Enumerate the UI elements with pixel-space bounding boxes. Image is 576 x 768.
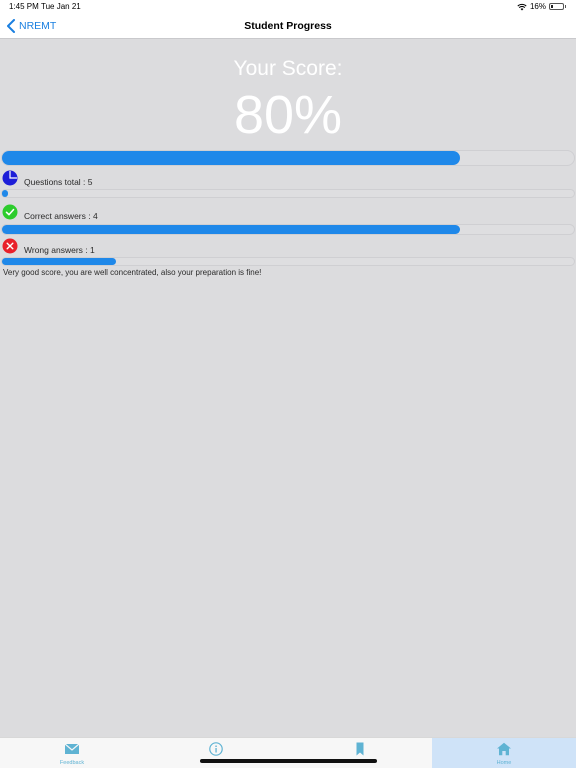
screen: 1:45 PM Tue Jan 21 16% NREMT Student Pro…	[0, 0, 576, 768]
wrong-answers-progress-fill	[2, 258, 117, 265]
stat-label-wrong-answers: Wrong answers : 1	[24, 245, 95, 255]
home-icon	[497, 742, 511, 756]
bookmark-icon	[356, 742, 364, 756]
score-progress-fill	[2, 151, 460, 165]
wifi-icon	[517, 3, 527, 10]
page-title: Student Progress	[244, 20, 332, 32]
tab-home[interactable]: Home	[432, 738, 576, 768]
stat-row-questions-total: Questions total : 5	[2, 169, 93, 187]
tab-feedback-label: Feedback	[59, 760, 85, 766]
correct-answers-progress-fill	[2, 225, 460, 234]
status-bar: 1:45 PM Tue Jan 21 16%	[0, 0, 576, 14]
tab-bookmarks[interactable]	[288, 738, 432, 768]
score-progress-bar	[1, 150, 575, 166]
envelope-icon	[64, 743, 80, 754]
score-label: Your Score:	[233, 57, 343, 80]
tab-home-label: Home	[496, 760, 512, 766]
battery-percent: 16%	[529, 2, 546, 11]
tab-bar: Feedback Home	[0, 737, 576, 768]
stat-label-questions-total: Questions total : 5	[24, 177, 93, 187]
info-icon	[209, 742, 223, 756]
navigation-bar: NREMT Student Progress	[0, 14, 576, 39]
stat-label-correct-answers: Correct answers : 4	[24, 211, 98, 221]
status-time: 1:45 PM	[9, 2, 39, 11]
status-indicators: 16%	[517, 2, 566, 11]
correct-answers-progress-bar	[1, 224, 575, 235]
stat-row-correct-answers: Correct answers : 4	[2, 203, 98, 221]
pie-chart-icon	[2, 170, 18, 186]
tab-info[interactable]	[144, 738, 288, 768]
score-comment: Very good score, you are well concentrat…	[3, 268, 262, 277]
questions-total-progress-bar	[1, 189, 575, 198]
check-circle-icon	[2, 204, 18, 220]
x-circle-icon	[2, 238, 18, 254]
battery-icon	[549, 3, 564, 10]
stat-row-wrong-answers: Wrong answers : 1	[2, 237, 95, 255]
score-value: 80%	[233, 85, 343, 145]
battery-tip	[565, 5, 566, 8]
home-indicator	[200, 759, 377, 763]
wrong-answers-progress-bar	[1, 257, 575, 266]
questions-total-progress-fill	[2, 190, 8, 197]
tab-feedback[interactable]: Feedback	[0, 738, 144, 768]
status-date: Tue Jan 21	[41, 2, 81, 11]
